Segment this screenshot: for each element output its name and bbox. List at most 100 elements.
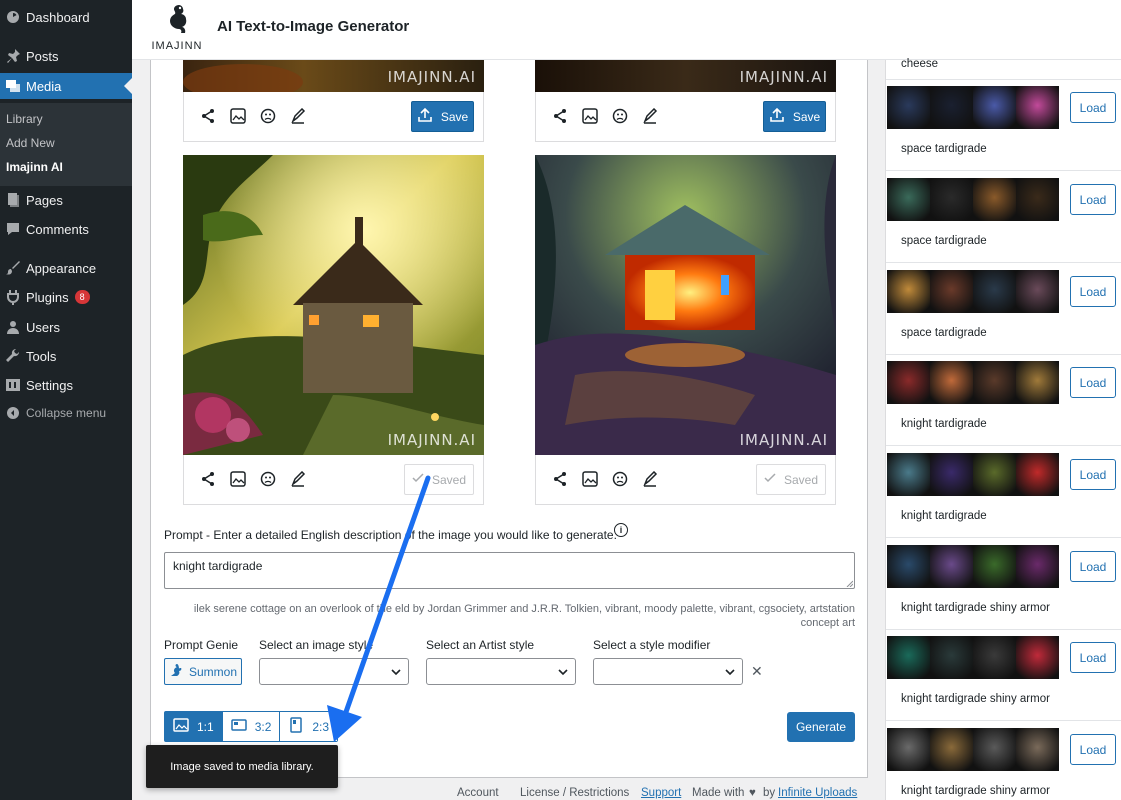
generated-image[interactable]: IMAJINN.AI bbox=[183, 60, 484, 92]
submenu-add-new[interactable]: Add New bbox=[6, 136, 55, 150]
load-button[interactable]: Load bbox=[1070, 367, 1116, 398]
history-thumbnail[interactable] bbox=[973, 86, 1016, 129]
summon-button[interactable]: Summon bbox=[164, 658, 242, 685]
history-thumbnail[interactable] bbox=[973, 453, 1016, 496]
sad-face-icon[interactable] bbox=[259, 470, 277, 488]
history-thumbnails[interactable] bbox=[887, 636, 1059, 679]
generated-image[interactable]: IMAJINN.AI bbox=[535, 60, 836, 92]
menu-settings[interactable]: Settings bbox=[0, 372, 132, 398]
history-thumbnail[interactable] bbox=[973, 545, 1016, 588]
history-thumbnail[interactable] bbox=[930, 270, 973, 313]
ratio-2-3-button[interactable]: 2:3 bbox=[280, 712, 338, 741]
footer-infinite-uploads-link[interactable]: Infinite Uploads bbox=[778, 787, 857, 799]
info-icon[interactable]: i bbox=[614, 523, 628, 537]
menu-users[interactable]: Users bbox=[0, 314, 132, 340]
generate-button[interactable]: Generate bbox=[787, 712, 855, 742]
history-thumbnail[interactable] bbox=[887, 361, 930, 404]
menu-pages[interactable]: Pages bbox=[0, 187, 132, 213]
load-button[interactable]: Load bbox=[1070, 459, 1116, 490]
menu-appearance[interactable]: Appearance bbox=[0, 255, 132, 281]
history-thumbnails[interactable] bbox=[887, 86, 1059, 129]
history-thumbnail[interactable] bbox=[1016, 86, 1059, 129]
history-thumbnail[interactable] bbox=[1016, 545, 1059, 588]
edit-pen-icon[interactable] bbox=[641, 107, 659, 125]
history-thumbnail[interactable] bbox=[1016, 453, 1059, 496]
history-thumbnail[interactable] bbox=[973, 361, 1016, 404]
save-button[interactable]: Save bbox=[763, 101, 826, 132]
submenu-imajinn-ai[interactable]: Imajinn AI bbox=[6, 160, 63, 174]
history-thumbnail[interactable] bbox=[930, 453, 973, 496]
submenu-library[interactable]: Library bbox=[6, 112, 43, 126]
history-thumbnail[interactable] bbox=[887, 86, 930, 129]
image-variations-icon[interactable] bbox=[229, 107, 247, 125]
image-style-select[interactable] bbox=[259, 658, 409, 685]
prompt-textarea[interactable]: knight tardigrade bbox=[164, 552, 855, 589]
artist-style-select[interactable] bbox=[426, 658, 576, 685]
share-icon[interactable] bbox=[199, 107, 217, 125]
history-thumbnails[interactable] bbox=[887, 270, 1059, 313]
generated-image[interactable]: IMAJINN.AI bbox=[183, 155, 484, 455]
history-thumbnail[interactable] bbox=[973, 728, 1016, 771]
share-icon[interactable] bbox=[199, 470, 217, 488]
history-thumbnail[interactable] bbox=[1016, 728, 1059, 771]
history-thumbnail[interactable] bbox=[1016, 636, 1059, 679]
history-thumbnail[interactable] bbox=[930, 178, 973, 221]
menu-media[interactable]: Media bbox=[0, 73, 132, 99]
image-variations-icon[interactable] bbox=[581, 107, 599, 125]
menu-comments[interactable]: Comments bbox=[0, 216, 132, 242]
load-button[interactable]: Load bbox=[1070, 642, 1116, 673]
load-button[interactable]: Load bbox=[1070, 184, 1116, 215]
image-variations-icon[interactable] bbox=[581, 470, 599, 488]
history-thumbnails[interactable] bbox=[887, 361, 1059, 404]
menu-tools[interactable]: Tools bbox=[0, 343, 132, 369]
history-thumbnail[interactable] bbox=[973, 636, 1016, 679]
style-modifier-select[interactable] bbox=[593, 658, 743, 685]
history-thumbnail[interactable] bbox=[887, 636, 930, 679]
save-button[interactable]: Save bbox=[411, 101, 474, 132]
sad-face-icon[interactable] bbox=[611, 470, 629, 488]
collapse-menu[interactable]: Collapse menu bbox=[0, 400, 132, 426]
menu-plugins[interactable]: Plugins 8 bbox=[0, 284, 132, 310]
footer-account-link[interactable]: Account bbox=[457, 787, 499, 799]
footer-license-link[interactable]: License / Restrictions bbox=[520, 787, 629, 799]
load-button[interactable]: Load bbox=[1070, 551, 1116, 582]
menu-posts[interactable]: Posts bbox=[0, 43, 132, 69]
history-thumbnail[interactable] bbox=[887, 728, 930, 771]
history-thumbnails[interactable] bbox=[887, 545, 1059, 588]
history-thumbnails[interactable] bbox=[887, 728, 1059, 771]
edit-pen-icon[interactable] bbox=[289, 470, 307, 488]
history-thumbnail[interactable] bbox=[887, 545, 930, 588]
history-thumbnails[interactable] bbox=[887, 178, 1059, 221]
history-thumbnails[interactable] bbox=[887, 453, 1059, 496]
edit-pen-icon[interactable] bbox=[289, 107, 307, 125]
sad-face-icon[interactable] bbox=[611, 107, 629, 125]
history-thumbnail[interactable] bbox=[930, 728, 973, 771]
resize-handle-icon[interactable] bbox=[845, 579, 853, 587]
ratio-1-1-button[interactable]: 1:1 bbox=[165, 712, 223, 741]
sad-face-icon[interactable] bbox=[259, 107, 277, 125]
load-button[interactable]: Load bbox=[1070, 276, 1116, 307]
history-thumbnail[interactable] bbox=[887, 270, 930, 313]
ratio-3-2-button[interactable]: 3:2 bbox=[222, 712, 281, 741]
footer-support-link[interactable]: Support bbox=[641, 787, 681, 799]
history-thumbnail[interactable] bbox=[1016, 270, 1059, 313]
history-thumbnail[interactable] bbox=[973, 178, 1016, 221]
history-thumbnail[interactable] bbox=[973, 270, 1016, 313]
history-thumbnail[interactable] bbox=[1016, 178, 1059, 221]
history-thumbnail[interactable] bbox=[930, 636, 973, 679]
image-variations-icon[interactable] bbox=[229, 470, 247, 488]
history-thumbnail[interactable] bbox=[1016, 361, 1059, 404]
share-icon[interactable] bbox=[551, 107, 569, 125]
history-thumbnail[interactable] bbox=[930, 86, 973, 129]
history-thumbnail[interactable] bbox=[887, 453, 930, 496]
generated-image[interactable]: IMAJINN.AI bbox=[535, 155, 836, 455]
history-thumbnail[interactable] bbox=[887, 178, 930, 221]
share-icon[interactable] bbox=[551, 470, 569, 488]
clear-modifier-icon[interactable]: ✕ bbox=[751, 663, 763, 680]
history-thumbnail[interactable] bbox=[930, 545, 973, 588]
edit-pen-icon[interactable] bbox=[641, 470, 659, 488]
load-button[interactable]: Load bbox=[1070, 734, 1116, 765]
history-thumbnail[interactable] bbox=[930, 361, 973, 404]
load-button[interactable]: Load bbox=[1070, 92, 1116, 123]
menu-dashboard[interactable]: Dashboard bbox=[0, 4, 132, 30]
